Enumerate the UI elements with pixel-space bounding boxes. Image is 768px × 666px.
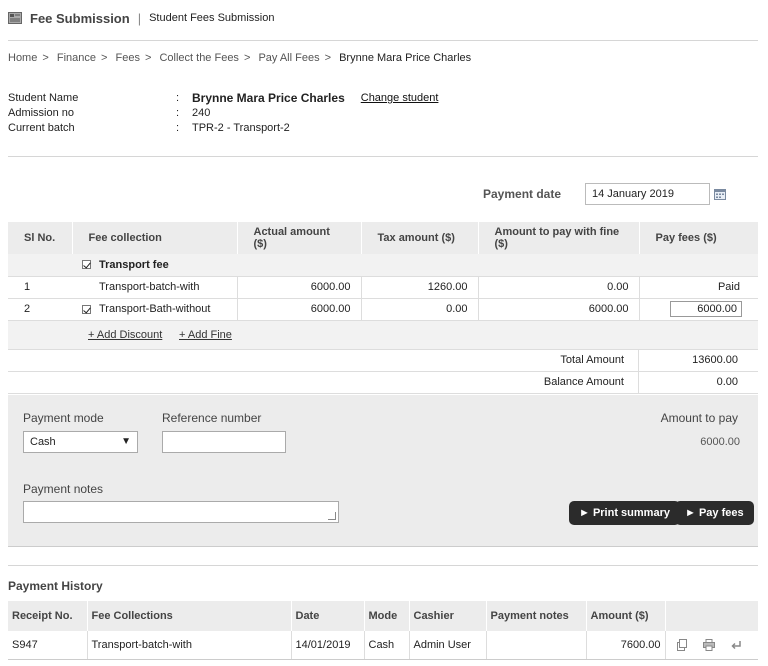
admission-number: 240 bbox=[192, 107, 211, 119]
page-title: Fee Submission bbox=[30, 10, 130, 26]
payment-amount: 7600.00 bbox=[586, 631, 666, 660]
col-pay-fees: Pay fees ($) bbox=[639, 222, 758, 254]
payment-date-input[interactable]: 14 January 2019 bbox=[585, 183, 710, 205]
row-fee-cell: Transport-Bath-without bbox=[72, 298, 237, 321]
row-paid-status: Paid bbox=[638, 276, 758, 299]
breadcrumb-home[interactable]: Home bbox=[8, 52, 37, 64]
breadcrumb-collect-fees[interactable]: Collect the Fees bbox=[159, 52, 238, 64]
pay-fees-input[interactable]: 6000.00 bbox=[670, 301, 742, 317]
col-actions bbox=[665, 601, 758, 631]
row-tax: 1260.00 bbox=[360, 276, 478, 299]
row-actions bbox=[665, 631, 758, 660]
change-student-link[interactable]: Change student bbox=[361, 91, 439, 106]
payment-notes bbox=[486, 631, 587, 660]
payment-panel: Payment mode Cash ▼ Reference number Amo… bbox=[8, 395, 758, 547]
amount-to-pay: 6000.00 bbox=[700, 436, 740, 448]
resize-grip-icon[interactable] bbox=[328, 512, 336, 520]
receipt-view-icon[interactable] bbox=[676, 638, 688, 651]
col-mode: Mode bbox=[364, 601, 410, 631]
col-date: Date bbox=[291, 601, 365, 631]
totals: Total Amount 13600.00 Balance Amount 0.0… bbox=[8, 350, 758, 394]
payment-history-table: Receipt No. Fee Collections Date Mode Ca… bbox=[8, 601, 758, 660]
breadcrumb-pay-all-fees[interactable]: Pay All Fees bbox=[258, 52, 319, 64]
col-amount: Amount ($) bbox=[586, 601, 666, 631]
col-sl-no: Sl No. bbox=[8, 222, 73, 254]
print-summary-button[interactable]: ► Print summary bbox=[569, 501, 680, 525]
row-actual: 6000.00 bbox=[236, 298, 361, 321]
row-fee-name: Transport-batch-with bbox=[72, 276, 237, 299]
title-separator: | bbox=[137, 10, 142, 26]
row-tax: 0.00 bbox=[360, 298, 478, 321]
current-batch: TPR-2 - Transport-2 bbox=[192, 122, 290, 134]
breadcrumb-fees[interactable]: Fees bbox=[115, 52, 139, 64]
row-sl: 1 bbox=[8, 276, 72, 299]
batch-label: Current batch bbox=[8, 122, 75, 134]
receipt-no: S947 bbox=[8, 631, 88, 660]
col-receipt-no: Receipt No. bbox=[8, 601, 88, 631]
payment-mode-label: Payment mode bbox=[23, 411, 104, 425]
row-sl: 2 bbox=[8, 298, 72, 321]
payment-date-row: Payment date 14 January 2019 bbox=[483, 183, 726, 205]
col-payment-notes: Payment notes bbox=[486, 601, 587, 631]
row-to-pay: 6000.00 bbox=[477, 298, 639, 321]
print-icon[interactable] bbox=[702, 638, 715, 651]
row-to-pay: 0.00 bbox=[477, 276, 639, 299]
admission-label: Admission no bbox=[8, 107, 75, 119]
add-discount-link[interactable]: + Add Discount bbox=[88, 329, 162, 341]
page-header: Fee Submission | Student Fees Submission bbox=[8, 8, 274, 28]
fees-table: Sl No. Fee collection Actual amount ($) … bbox=[8, 222, 758, 321]
payment-notes-input[interactable] bbox=[23, 501, 339, 523]
page-subtitle: Student Fees Submission bbox=[149, 12, 275, 24]
payment-history-title: Payment History bbox=[8, 579, 103, 593]
fee-group-row: Transport fee bbox=[8, 254, 758, 277]
payment-date: 14/01/2019 bbox=[291, 631, 365, 660]
total-amount-label: Total Amount bbox=[560, 354, 624, 366]
payment-notes-label: Payment notes bbox=[23, 482, 104, 496]
chevron-down-icon: ▼ bbox=[121, 436, 131, 447]
reference-number-input[interactable] bbox=[162, 431, 286, 453]
add-fine-link[interactable]: + Add Fine bbox=[179, 329, 232, 341]
table-row: S947 Transport-batch-with 14/01/2019 Cas… bbox=[8, 631, 758, 660]
col-amount-with-fine: Amount to pay with fine ($) bbox=[478, 222, 640, 254]
payment-mode-value: Cash bbox=[30, 436, 56, 448]
balance-amount: 0.00 bbox=[638, 372, 758, 393]
fee-group-name: Transport fee bbox=[99, 258, 169, 271]
divider bbox=[8, 565, 758, 566]
reference-number-label: Reference number bbox=[162, 411, 262, 425]
adjustments-row: + Add Discount + Add Fine bbox=[8, 321, 758, 350]
breadcrumb-finance[interactable]: Finance bbox=[57, 52, 96, 64]
student-name: Brynne Mara Price Charles bbox=[192, 91, 345, 105]
table-row: 1 Transport-batch-with 6000.00 1260.00 0… bbox=[8, 276, 758, 299]
pay-fees-button[interactable]: ► Pay fees bbox=[675, 501, 754, 525]
fee-logo-icon bbox=[8, 12, 22, 24]
student-name-label: Student Name bbox=[8, 92, 79, 104]
amount-to-pay-label: Amount to pay bbox=[660, 411, 738, 425]
row-actual: 6000.00 bbox=[236, 276, 361, 299]
revert-icon[interactable] bbox=[730, 639, 742, 651]
col-tax-amount: Tax amount ($) bbox=[361, 222, 479, 254]
total-amount: 13600.00 bbox=[638, 350, 758, 371]
payment-mode-select[interactable]: Cash ▼ bbox=[23, 431, 138, 453]
group-checkbox[interactable] bbox=[82, 260, 91, 270]
col-cashier: Cashier bbox=[409, 601, 487, 631]
payment-mode: Cash bbox=[364, 631, 410, 660]
col-fee-collections: Fee Collections bbox=[87, 601, 292, 631]
balance-amount-label: Balance Amount bbox=[543, 376, 624, 388]
row-checkbox[interactable] bbox=[82, 304, 91, 314]
col-actual-amount: Actual amount ($) bbox=[237, 222, 362, 254]
breadcrumb: Home > Finance > Fees > Collect the Fees > P… bbox=[8, 52, 472, 64]
table-row: 2 Transport-Bath-without 6000.00 0.00 60… bbox=[8, 298, 758, 321]
row-fee-name: Transport-Bath-without bbox=[99, 303, 211, 315]
payment-date-label: Payment date bbox=[483, 187, 562, 201]
divider bbox=[8, 156, 758, 157]
divider bbox=[8, 40, 758, 41]
student-info: Student Name : Brynne Mara Price Charles… bbox=[8, 91, 439, 134]
col-fee-collection: Fee collection bbox=[72, 222, 238, 254]
breadcrumb-current: Brynne Mara Price Charles bbox=[339, 52, 472, 64]
cashier: Admin User bbox=[409, 631, 487, 660]
fee-collection: Transport-batch-with bbox=[87, 631, 292, 660]
calendar-icon[interactable] bbox=[714, 188, 726, 200]
